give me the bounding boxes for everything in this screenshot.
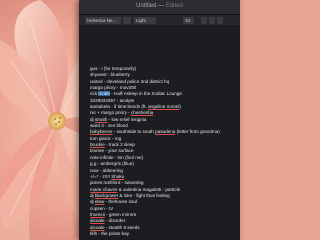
- text-segment: - green mirrors: [104, 211, 137, 217]
- text-segment: (letter from grandma): [175, 129, 220, 135]
- text-segment: margo priory - mov300: [90, 85, 137, 91]
- misspelled-word: bruckie: [90, 142, 105, 148]
- misspelled-word: thurecii: [90, 211, 105, 217]
- text-segment: & valentina magaletti - particle: [117, 186, 181, 192]
- edited-status: Edited: [165, 3, 183, 9]
- font-family-select[interactable]: Helvetica Ne...: [85, 17, 121, 24]
- text-segment: ward 3 - zen blood: [90, 123, 128, 129]
- text-segment: tom gleick - mg: [90, 135, 122, 141]
- document-text-area[interactable]: gus - i (for temporarily) shywest - blueb…: [79, 27, 240, 240]
- text-segment: - Half-Asleep in the Zodiac Lounge: [109, 91, 182, 97]
- misspelled-word: alcoale: [90, 218, 105, 224]
- selected-text: mobb: [98, 91, 110, 97]
- text-segment: 1028034357 - acolyte: [90, 97, 135, 103]
- text-segment: cupsen - IV: [90, 205, 114, 211]
- text-segment: - disorder: [104, 218, 126, 224]
- textedit-window: Untitled — Edited Helvetica Ne... Light …: [79, 0, 240, 240]
- text-segment: kfih - the pirate bay: [90, 230, 130, 236]
- text-segment: santabela - if time bends (ft.: [90, 104, 148, 110]
- text-segment: teunee - your surface: [90, 148, 134, 154]
- text-segment: gus - i (for temporarily): [90, 66, 137, 71]
- format-toolbar: Helvetica Ne... Light 10: [79, 15, 240, 27]
- text-segment: g.g - ambergris (blue): [90, 161, 134, 167]
- text-segment: - thehouse soul: [104, 199, 138, 205]
- font-style-select[interactable]: [123, 17, 131, 24]
- italic-button[interactable]: [209, 17, 215, 24]
- text-segment: - low relief insignia: [107, 116, 147, 122]
- underline-button[interactable]: [217, 17, 223, 24]
- misspelled-word: elaw: [94, 199, 105, 205]
- text-segment: - southside to south: [112, 129, 156, 135]
- misspelled-word: cheshesha: [130, 110, 154, 116]
- misspelled-word: marie chavez: [90, 186, 118, 192]
- text-segment: +/=* - z!!!!: [90, 173, 112, 179]
- window-title: Untitled — Edited: [136, 3, 183, 9]
- misspelled-word: Shaku: [111, 173, 125, 179]
- bold-button[interactable]: [201, 17, 207, 24]
- document-title: Untitled: [136, 3, 157, 9]
- text-segment: ): [179, 104, 181, 110]
- text-segment: - stealth 8 seeds: [104, 224, 140, 230]
- font-size-field[interactable]: 10: [183, 17, 194, 24]
- misspelled-word: blackpower: [94, 192, 119, 198]
- text-segment: & luke - fight thus feeling: [118, 192, 170, 198]
- text-line: kfih - the pirate bay: [90, 231, 240, 237]
- misspelled-word: babybecee: [90, 129, 113, 135]
- text-segment: nuw - abbeering: [90, 167, 123, 173]
- font-weight-select[interactable]: Light: [134, 17, 156, 24]
- misspelled-word: smoth: [94, 116, 108, 122]
- misspelled-word: angeline noroel: [147, 104, 180, 110]
- text-segment: - track 2 sleep: [104, 142, 135, 148]
- misspelled-word: alcoale: [90, 224, 105, 230]
- misspelled-word: pasadena: [155, 129, 176, 135]
- text-segment: nic + margo priory -: [90, 110, 131, 116]
- text-segment: note infinite - lon (fool me): [90, 154, 144, 160]
- text-segment: united - cleveland police 2nd district h…: [90, 78, 170, 84]
- text-segment: shywest - blueberry: [90, 72, 130, 78]
- window-titlebar[interactable]: Untitled — Edited: [79, 0, 240, 15]
- text-segment: james rushford - swansing: [90, 180, 144, 186]
